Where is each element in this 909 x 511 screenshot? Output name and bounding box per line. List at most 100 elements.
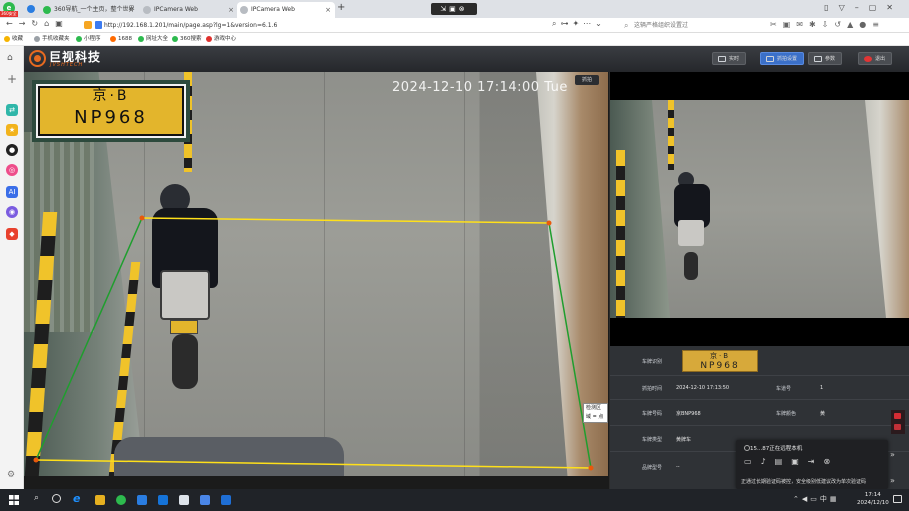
- tab-360-home[interactable]: 360导航_一个主页，整个世界 ×: [40, 2, 138, 18]
- notification-message: 正通过长期验证码被控，安全级别低建议改为单次验证码: [741, 479, 867, 485]
- zone-handle[interactable]: [33, 457, 39, 463]
- plate-crop-plate: 京·B NP968: [36, 84, 186, 138]
- account-icon[interactable]: [27, 5, 35, 13]
- capture-preview[interactable]: [609, 72, 909, 346]
- app-header: 巨视科技 JVSHTECH 实时 抓拍设置 参数 退出: [24, 46, 909, 72]
- notification-center-icon[interactable]: [893, 495, 902, 503]
- zone-edge-right: [548, 222, 592, 469]
- main-video-view[interactable]: 京·B NP968 2024-12-10 17:14:00 Tue 抓拍 检测区…: [24, 72, 608, 476]
- ime-indicator[interactable]: 中: [820, 495, 830, 503]
- 360-browser-icon[interactable]: [116, 495, 126, 505]
- remote-desktop-icon[interactable]: [221, 495, 231, 505]
- search-input[interactable]: 这辆严格组织设置过: [624, 20, 754, 31]
- keyboard-icon[interactable]: ▦: [830, 495, 840, 503]
- app-icon[interactable]: [158, 495, 168, 505]
- zone-handle[interactable]: [139, 215, 145, 221]
- window-controls[interactable]: ▯▽–▢✕: [824, 3, 903, 12]
- system-tray[interactable]: ⌃◀▭中▦: [793, 494, 840, 504]
- screen-icon[interactable]: ⇥: [808, 457, 824, 466]
- params-button[interactable]: 参数: [808, 52, 843, 65]
- list-icon: [814, 56, 822, 62]
- game-icon[interactable]: ◆: [6, 228, 18, 240]
- home-icon[interactable]: ⌂: [7, 53, 13, 63]
- close-icon[interactable]: ⊗: [824, 457, 840, 466]
- volume-icon[interactable]: ◀: [802, 495, 810, 503]
- clock[interactable]: 17:14 2024/12/10: [857, 491, 889, 507]
- assistant-icon[interactable]: ◉: [6, 206, 18, 218]
- task-view-icon[interactable]: [52, 494, 61, 503]
- info-plate-line2: NP968: [700, 361, 740, 371]
- star-icon[interactable]: ★: [6, 124, 18, 136]
- bookmark-nav[interactable]: 网址大全: [138, 33, 168, 46]
- remote-control-notification[interactable]: 15...87正在远程本机 ▭♪▤▣⇥⊗ 正通过长期验证码被控，安全级别低建议改…: [736, 440, 888, 489]
- file-icon[interactable]: ▣: [791, 457, 808, 466]
- app-subtitle: JVSHTECH: [50, 62, 84, 68]
- folder-icon[interactable]: [95, 495, 105, 505]
- tab-ipcamera-2[interactable]: IPCamera Web ×: [237, 2, 335, 18]
- plate-crop-image: 京·B NP968: [32, 80, 190, 142]
- zone-handle[interactable]: [546, 220, 552, 226]
- address-tools[interactable]: ⌕⊶✦⋯⌄: [552, 19, 606, 29]
- nav-buttons[interactable]: ←→↻⌂▣: [6, 19, 69, 28]
- preview-scene-motorcycle: [674, 172, 716, 280]
- info-label: 品牌型号: [642, 465, 663, 471]
- bookmark-games[interactable]: 游戏中心: [206, 33, 236, 46]
- capture-settings-label: 抓拍设置: [777, 56, 798, 62]
- info-plate-line1: 京·B: [709, 352, 731, 360]
- media-icon[interactable]: ●: [6, 144, 18, 156]
- bookmark-mobile[interactable]: 手机收藏夹: [34, 33, 70, 46]
- ai-icon[interactable]: AI: [6, 186, 18, 198]
- chevron-right-icon[interactable]: »: [890, 450, 895, 459]
- plate-type-value: 黄牌车: [676, 437, 692, 443]
- preview-scene-post: [668, 100, 674, 170]
- translate-icon[interactable]: ⇄: [6, 104, 18, 116]
- info-label: 车牌颜色: [776, 411, 797, 417]
- extension-icons[interactable]: ✂▣✉✱⇩↺▲●≡: [770, 20, 885, 29]
- network-icon[interactable]: ▭: [810, 495, 820, 503]
- bookmark-360search[interactable]: 360搜索: [172, 33, 202, 46]
- clock-date: 2024/12/10: [857, 500, 889, 506]
- capture-tag-button[interactable]: 抓拍: [575, 75, 599, 85]
- info-label: 车道号: [776, 386, 792, 392]
- chevron-up-icon[interactable]: ⌃: [793, 495, 802, 503]
- side-panel-icons[interactable]: [891, 410, 905, 434]
- add-sidebar-item-icon[interactable]: +: [7, 72, 17, 86]
- mic-icon[interactable]: ♪: [761, 457, 775, 466]
- app-icon[interactable]: [179, 495, 189, 505]
- bookmark-favorites[interactable]: 收藏: [4, 33, 23, 46]
- compat-mode-icon[interactable]: [95, 21, 102, 29]
- url-field[interactable]: http://192.168.1.201/main/page.asp?lg=1&…: [104, 20, 277, 31]
- preview-scene-tire: [684, 252, 698, 280]
- app-logo-icon: [29, 50, 46, 67]
- tab-favicon-icon: [43, 6, 51, 14]
- zone-handle[interactable]: [588, 465, 594, 471]
- app-icon[interactable]: [200, 495, 210, 505]
- tab-close-icon[interactable]: ×: [325, 2, 331, 18]
- capture-settings-button[interactable]: 抓拍设置: [760, 52, 805, 65]
- app-icon[interactable]: [137, 495, 147, 505]
- gear-icon[interactable]: ⚙: [7, 470, 15, 480]
- chevron-right-icon[interactable]: »: [890, 476, 895, 485]
- info-label: 车牌类型: [642, 437, 663, 443]
- live-view-label: 实时: [729, 56, 740, 62]
- chat-icon[interactable]: ▭: [744, 457, 761, 466]
- logout-button[interactable]: 退出: [858, 52, 893, 65]
- bookmark-1688[interactable]: 1688: [110, 33, 132, 46]
- info-label: 车牌号码: [642, 411, 663, 417]
- logout-label: 退出: [875, 56, 886, 62]
- remote-toolbar[interactable]: ⇲▣⊗: [431, 3, 477, 15]
- new-tab-button[interactable]: +: [337, 2, 345, 13]
- tab-ipcamera-1[interactable]: IPCamera Web ×: [140, 2, 238, 18]
- tab-close-icon[interactable]: ×: [228, 2, 234, 18]
- bookmark-miniapp[interactable]: 小程序: [76, 33, 101, 46]
- windows-start-icon[interactable]: [9, 495, 19, 505]
- ie-icon[interactable]: e: [73, 492, 80, 505]
- notification-actions[interactable]: ▭♪▤▣⇥⊗: [744, 457, 839, 466]
- chat-app-icon[interactable]: ◎: [6, 164, 18, 176]
- live-view-button[interactable]: 实时: [712, 52, 747, 65]
- tab-favicon-icon: [143, 6, 151, 14]
- search-icon[interactable]: ⌕: [34, 493, 39, 503]
- tab-close-icon[interactable]: ×: [128, 2, 134, 18]
- clipboard-icon[interactable]: ▤: [775, 457, 792, 466]
- security-shield-icon[interactable]: [84, 21, 92, 29]
